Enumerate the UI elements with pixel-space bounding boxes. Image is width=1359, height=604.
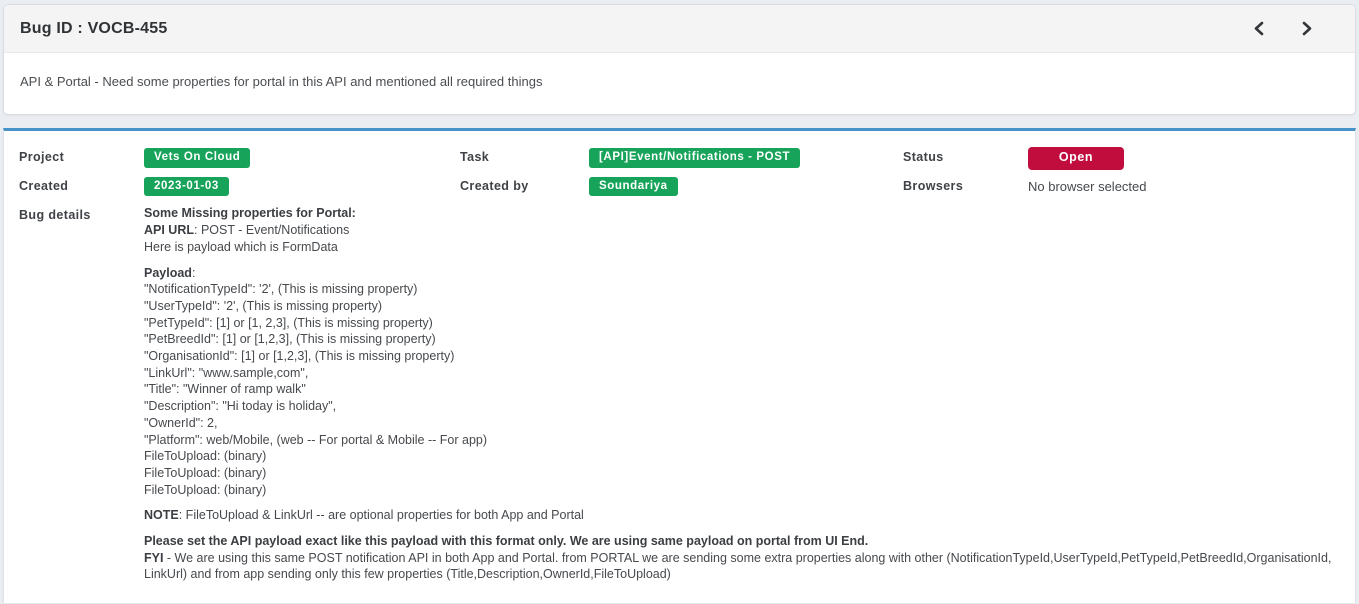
- bug-details-value-cell: Some Missing properties for Portal: API …: [144, 202, 1340, 583]
- note-paragraph: NOTE: FileToUpload & LinkUrl -- are opti…: [144, 507, 1339, 524]
- browsers-value: No browser selected: [1028, 176, 1147, 194]
- api-url-value: : POST - Event/Notifications: [194, 223, 349, 237]
- payload-colon: :: [192, 266, 195, 280]
- chevron-right-icon: [1301, 21, 1313, 36]
- status-button[interactable]: Open: [1028, 147, 1124, 170]
- created-label: Created: [19, 176, 144, 193]
- payload-label: Payload: [144, 266, 192, 280]
- instruction-paragraph: Please set the API payload exact like th…: [144, 533, 1339, 583]
- bug-details-label: Bug details: [19, 202, 144, 222]
- browsers-label: Browsers: [903, 176, 1028, 193]
- next-bug-button[interactable]: [1295, 19, 1319, 38]
- task-value-cell: [API]Event/Notifications - POST: [589, 147, 903, 168]
- bug-navigation: [1247, 19, 1319, 38]
- payload-paragraph: Payload: "NotificationTypeId": '2', (Thi…: [144, 265, 1339, 499]
- created-date-badge: 2023-01-03: [144, 177, 229, 197]
- page-title: Bug ID : VOCB-455: [20, 20, 167, 38]
- payload-heading-line: Payload:: [144, 265, 1339, 282]
- bug-summary: API & Portal - Need some properties for …: [4, 53, 1355, 114]
- bug-header-card: Bug ID : VOCB-455 API & Portal - Need so…: [3, 4, 1356, 115]
- bug-details-content: Some Missing properties for Portal: API …: [144, 205, 1339, 583]
- fyi-text: - We are using this same POST notificati…: [144, 551, 1331, 582]
- details-heading: Some Missing properties for Portal:: [144, 205, 1339, 222]
- bug-fields-grid: Project Vets On Cloud Task [API]Event/No…: [19, 147, 1340, 583]
- bug-detail-page: Bug ID : VOCB-455 API & Portal - Need so…: [0, 0, 1359, 604]
- note-label: NOTE: [144, 508, 179, 522]
- task-badge: [API]Event/Notifications - POST: [589, 148, 800, 168]
- browsers-value-cell: No browser selected: [1028, 176, 1340, 196]
- status-value-cell: Open: [1028, 147, 1340, 170]
- created-by-label: Created by: [460, 176, 589, 193]
- details-intro-paragraph: Some Missing properties for Portal: API …: [144, 205, 1339, 255]
- created-value-cell: 2023-01-03: [144, 176, 460, 197]
- fyi-label: FYI: [144, 551, 163, 565]
- created-by-value-cell: Soundariya: [589, 176, 903, 197]
- payload-instruction: Please set the API payload exact like th…: [144, 533, 1339, 550]
- project-label: Project: [19, 147, 144, 164]
- status-label: Status: [903, 147, 1028, 164]
- task-label: Task: [460, 147, 589, 164]
- payload-intro: Here is payload which is FormData: [144, 239, 1339, 256]
- fyi-line: FYI - We are using this same POST notifi…: [144, 550, 1339, 583]
- chevron-left-icon: [1253, 21, 1265, 36]
- api-url-label: API URL: [144, 223, 194, 237]
- created-by-badge: Soundariya: [589, 177, 678, 197]
- payload-body: "NotificationTypeId": '2', (This is miss…: [144, 281, 1339, 498]
- bug-header-bar: Bug ID : VOCB-455: [4, 5, 1355, 53]
- previous-bug-button[interactable]: [1247, 19, 1271, 38]
- bug-summary-text: API & Portal - Need some properties for …: [20, 74, 1339, 89]
- api-url-line: API URL: POST - Event/Notifications: [144, 222, 1339, 239]
- note-line: NOTE: FileToUpload & LinkUrl -- are opti…: [144, 507, 1339, 524]
- note-text: : FileToUpload & LinkUrl -- are optional…: [179, 508, 584, 522]
- project-value-cell: Vets On Cloud: [144, 147, 460, 168]
- project-badge: Vets On Cloud: [144, 148, 250, 168]
- bug-details-card: Project Vets On Cloud Task [API]Event/No…: [3, 128, 1356, 603]
